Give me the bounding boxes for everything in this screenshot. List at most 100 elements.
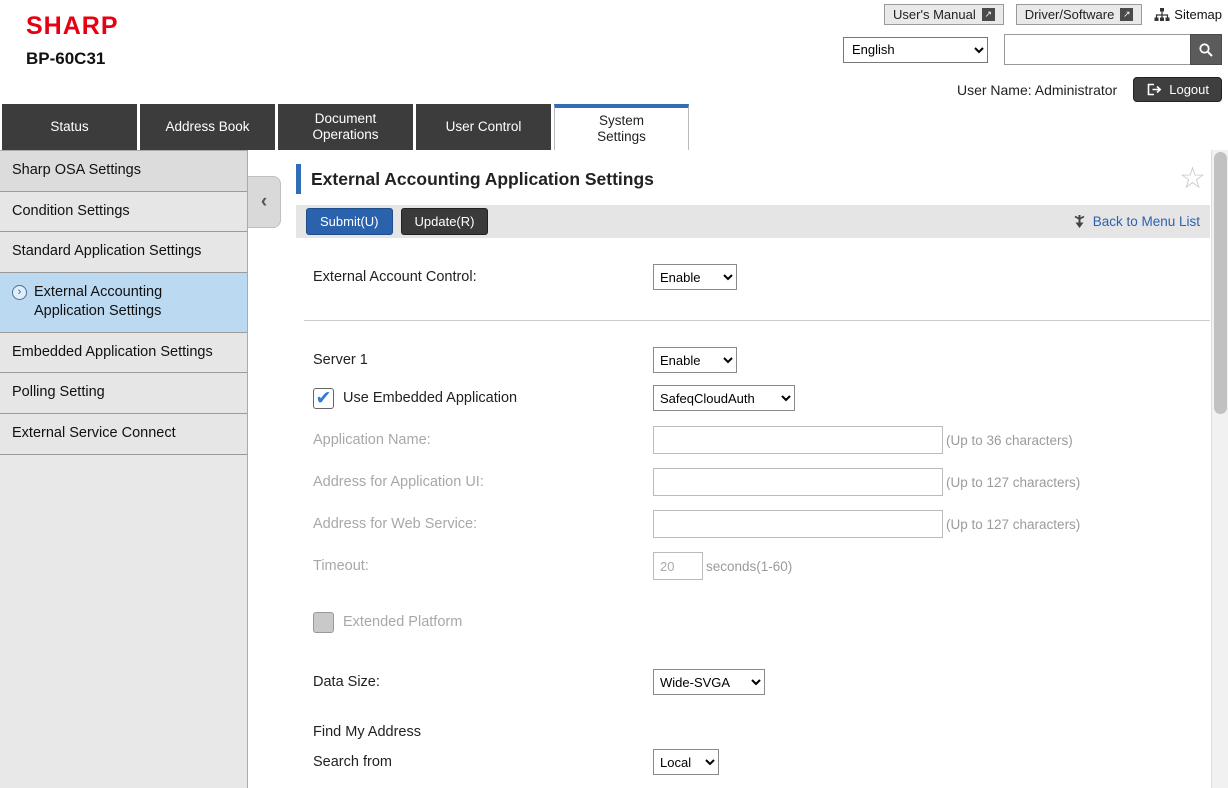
field-label: Timeout: <box>296 558 653 574</box>
tab-system-settings[interactable]: System Settings <box>554 104 689 150</box>
search-icon <box>1198 42 1214 58</box>
back-to-menu-icon <box>1072 214 1087 230</box>
field-label: External Account Control: <box>296 269 653 285</box>
action-toolbar: Submit(U) Update(R) Back to Menu List <box>296 205 1210 238</box>
field-label: Application Name: <box>296 432 653 448</box>
page-title: External Accounting Application Settings <box>311 169 654 190</box>
main-tab-bar: Status Address Book Document Operations … <box>0 104 1228 150</box>
sidebar-item-label: Polling Setting <box>12 384 105 400</box>
sidebar-item-label: External Service Connect <box>12 425 176 441</box>
checkbox-group: ✔ Use Embedded Application <box>296 388 653 409</box>
sidebar-item-polling-setting[interactable]: Polling Setting <box>0 373 247 414</box>
form-row-timeout: Timeout: seconds(1-60) <box>296 551 1210 581</box>
logout-icon <box>1146 83 1162 96</box>
search-input[interactable] <box>1004 34 1190 65</box>
scrollbar-thumb[interactable] <box>1214 152 1227 414</box>
tab-label: Document Operations <box>298 111 393 142</box>
sidebar-item-label: Standard Application Settings <box>12 243 201 259</box>
timeout-input[interactable] <box>653 552 703 580</box>
settings-main-panel: External Accounting Application Settings… <box>248 150 1228 788</box>
data-size-select[interactable]: Wide-SVGA <box>653 669 765 695</box>
search-button[interactable] <box>1190 34 1222 65</box>
form-row-address-application-ui: Address for Application UI: (Up to 127 c… <box>296 467 1210 497</box>
extended-platform-checkbox[interactable] <box>313 612 334 633</box>
page-title-row: External Accounting Application Settings… <box>296 164 1210 194</box>
use-embedded-application-checkbox[interactable]: ✔ <box>313 388 334 409</box>
search-box <box>1004 34 1222 65</box>
sidebar-item-label: External Accounting Application Settings <box>34 283 235 322</box>
update-button[interactable]: Update(R) <box>401 208 489 235</box>
back-to-menu-label: Back to Menu List <box>1093 214 1200 229</box>
user-name-text: User Name: Administrator <box>957 82 1117 98</box>
sidebar-item-label: Condition Settings <box>12 203 130 219</box>
search-from-select[interactable]: Local <box>653 749 719 775</box>
tab-status[interactable]: Status <box>2 104 137 150</box>
field-label: Address for Application UI: <box>296 474 653 490</box>
tab-label: System Settings <box>575 113 668 144</box>
tab-label: Status <box>50 119 88 135</box>
device-model: BP-60C31 <box>26 49 119 69</box>
field-label: Address for Web Service: <box>296 516 653 532</box>
embedded-application-select[interactable]: SafeqCloudAuth <box>653 385 795 411</box>
checkbox-label: Extended Platform <box>343 614 462 630</box>
sitemap-label: Sitemap <box>1174 7 1222 22</box>
address-application-ui-input[interactable] <box>653 468 943 496</box>
form-row-application-name: Application Name: (Up to 36 characters) <box>296 425 1210 455</box>
tab-user-control[interactable]: User Control <box>416 104 551 150</box>
server1-enable-select[interactable]: Enable <box>653 347 737 373</box>
field-label: Data Size: <box>296 674 653 690</box>
chevron-left-icon: ‹ <box>261 191 267 213</box>
tab-document-operations[interactable]: Document Operations <box>278 104 413 150</box>
sidebar-item-standard-application-settings[interactable]: Standard Application Settings <box>0 232 247 273</box>
users-manual-button[interactable]: User's Manual ↗ <box>884 4 1004 25</box>
users-manual-label: User's Manual <box>893 7 976 22</box>
sidebar-item-sharp-osa-settings[interactable]: Sharp OSA Settings <box>0 151 247 192</box>
external-account-control-select[interactable]: Enable <box>653 264 737 290</box>
title-accent-bar <box>296 164 301 194</box>
field-hint: (Up to 127 characters) <box>946 517 1080 532</box>
sidebar-item-label: Embedded Application Settings <box>12 344 213 360</box>
address-web-service-input[interactable] <box>653 510 943 538</box>
header-user-row: User Name: Administrator Logout <box>957 77 1222 102</box>
header-search-row: English <box>843 34 1222 65</box>
form-row-external-account-control: External Account Control: Enable <box>296 262 1210 292</box>
submit-button[interactable]: Submit(U) <box>306 208 393 235</box>
settings-sidebar: Sharp OSA Settings Condition Settings St… <box>0 150 248 788</box>
checkmark-icon: ✔ <box>316 389 332 408</box>
form-row-data-size: Data Size: Wide-SVGA <box>296 667 1210 697</box>
logout-label: Logout <box>1169 82 1209 97</box>
field-hint: seconds(1-60) <box>706 559 792 574</box>
back-to-menu-link[interactable]: Back to Menu List <box>1072 214 1200 230</box>
sharp-logo: SHARP <box>26 12 119 41</box>
tab-label: Address Book <box>165 119 249 135</box>
field-label: Server 1 <box>296 352 653 368</box>
brand-block: SHARP BP-60C31 <box>26 12 119 69</box>
vertical-scrollbar[interactable] <box>1211 150 1228 788</box>
header-links-row: User's Manual ↗ Driver/Software ↗ S <box>884 4 1222 25</box>
section-divider <box>304 320 1210 321</box>
field-hint: (Up to 127 characters) <box>946 475 1080 490</box>
form-row-address-web-service: Address for Web Service: (Up to 127 char… <box>296 509 1210 539</box>
sidebar-item-condition-settings[interactable]: Condition Settings <box>0 192 247 233</box>
form-row-search-from: Search from Local <box>296 747 1210 777</box>
application-name-input[interactable] <box>653 426 943 454</box>
page-title-block: External Accounting Application Settings <box>296 164 654 194</box>
content-area: Sharp OSA Settings Condition Settings St… <box>0 150 1228 788</box>
tab-address-book[interactable]: Address Book <box>140 104 275 150</box>
favorite-star-icon[interactable]: ☆ <box>1179 164 1206 194</box>
sidebar-item-embedded-application-settings[interactable]: Embedded Application Settings <box>0 333 247 374</box>
language-select[interactable]: English <box>843 37 988 63</box>
section-label: Find My Address <box>296 724 653 740</box>
header-controls: User's Manual ↗ Driver/Software ↗ S <box>843 4 1222 102</box>
form-row-server1: Server 1 Enable <box>296 345 1210 375</box>
driver-software-button[interactable]: Driver/Software ↗ <box>1016 4 1143 25</box>
sidebar-collapse-button[interactable]: ‹ <box>248 176 281 228</box>
logout-button[interactable]: Logout <box>1133 77 1222 102</box>
sidebar-item-label: Sharp OSA Settings <box>12 162 141 178</box>
external-link-icon: ↗ <box>982 8 995 21</box>
form-row-find-my-address: Find My Address <box>296 721 1210 743</box>
sitemap-link[interactable]: Sitemap <box>1154 7 1222 22</box>
sidebar-item-external-accounting-application-settings[interactable]: › External Accounting Application Settin… <box>0 273 247 333</box>
sidebar-item-external-service-connect[interactable]: External Service Connect <box>0 414 247 455</box>
external-link-icon: ↗ <box>1120 8 1133 21</box>
